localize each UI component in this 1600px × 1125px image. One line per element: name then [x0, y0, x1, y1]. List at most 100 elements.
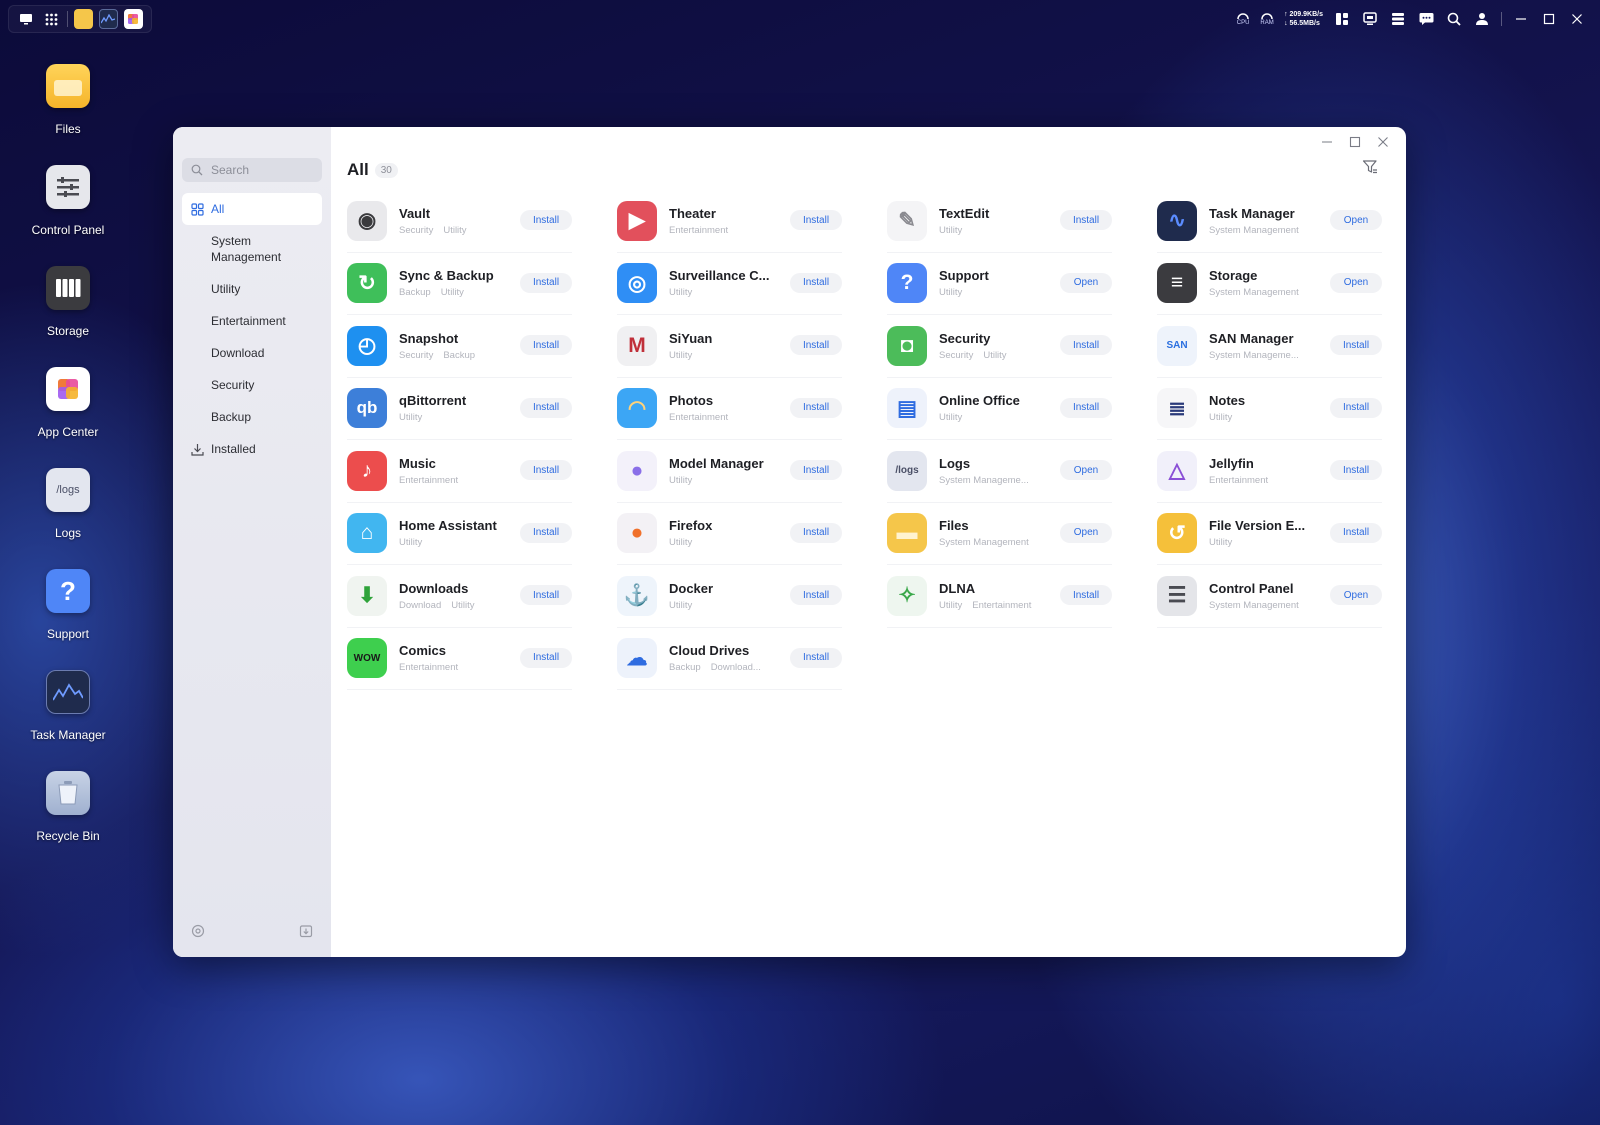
- app-card-home-assistant[interactable]: ⌂ Home Assistant Utility Install: [347, 503, 572, 565]
- minimize-icon[interactable]: [1512, 10, 1530, 28]
- install-button[interactable]: Install: [1330, 335, 1382, 355]
- install-button[interactable]: Install: [790, 647, 842, 668]
- window-maximize-icon[interactable]: [1348, 135, 1362, 149]
- desktop-item-task-manager[interactable]: Task Manager: [22, 670, 114, 742]
- user-icon[interactable]: [1473, 10, 1491, 28]
- install-button[interactable]: Install: [520, 585, 572, 605]
- tasks-icon[interactable]: [1389, 10, 1407, 28]
- nav-item-security[interactable]: Security: [182, 369, 322, 401]
- app-card-san-manager[interactable]: SAN SAN Manager System Manageme... Install: [1157, 315, 1382, 378]
- install-button[interactable]: Install: [520, 647, 572, 668]
- search-input[interactable]: [211, 163, 311, 177]
- app-card-docker[interactable]: ⚓ Docker Utility Install: [617, 565, 842, 628]
- widgets-icon[interactable]: [1333, 10, 1351, 28]
- nav-item-entertainment[interactable]: Entertainment: [182, 305, 322, 337]
- install-button[interactable]: Install: [520, 522, 572, 543]
- install-button[interactable]: Install: [790, 460, 842, 480]
- open-button[interactable]: Open: [1330, 585, 1382, 605]
- app-card-music[interactable]: ♪ Music Entertainment Install: [347, 440, 572, 503]
- install-button[interactable]: Install: [790, 335, 842, 355]
- cpu-meter[interactable]: CPU: [1236, 11, 1250, 27]
- install-button[interactable]: Install: [520, 397, 572, 418]
- nav-item-backup[interactable]: Backup: [182, 401, 322, 433]
- close-icon[interactable]: [1568, 10, 1586, 28]
- install-button[interactable]: Install: [520, 272, 572, 293]
- install-button[interactable]: Install: [790, 397, 842, 418]
- install-button[interactable]: Install: [790, 585, 842, 605]
- install-button[interactable]: Install: [790, 210, 842, 230]
- app-card-files[interactable]: ▬ Files System Management Open: [887, 503, 1112, 565]
- manual-install-icon[interactable]: [299, 924, 313, 943]
- app-card-jellyfin[interactable]: △ Jellyfin Entertainment Install: [1157, 440, 1382, 503]
- desktop-item-recycle-bin[interactable]: Recycle Bin: [22, 771, 114, 843]
- nav-item-installed[interactable]: Installed: [182, 433, 322, 465]
- app-card-support[interactable]: ? Support Utility Open: [887, 253, 1112, 315]
- app-card-snapshot[interactable]: ◴ Snapshot Security Backup Install: [347, 315, 572, 378]
- app-card-firefox[interactable]: ● Firefox Utility Install: [617, 503, 842, 565]
- monitor-icon[interactable]: [17, 9, 36, 29]
- desktop-item-files[interactable]: Files: [22, 64, 114, 136]
- app-card-textedit[interactable]: ✎ TextEdit Utility Install: [887, 190, 1112, 253]
- app-card-sync-backup[interactable]: ↻ Sync & Backup Backup Utility Install: [347, 253, 572, 315]
- install-button[interactable]: Install: [520, 335, 572, 355]
- desktop-item-support[interactable]: ? Support: [22, 569, 114, 641]
- nav-item-system-management[interactable]: System Management: [182, 225, 322, 273]
- install-button[interactable]: Install: [1060, 397, 1112, 418]
- app-card-siyuan[interactable]: M SiYuan Utility Install: [617, 315, 842, 378]
- desktop-item-logs[interactable]: /logs Logs: [22, 468, 114, 540]
- window-minimize-icon[interactable]: [1320, 135, 1334, 149]
- app-card-model-manager[interactable]: ● Model Manager Utility Install: [617, 440, 842, 503]
- ram-meter[interactable]: RAM: [1260, 11, 1274, 27]
- task-manager-app-icon[interactable]: [98, 9, 118, 29]
- app-card-logs[interactable]: /logs Logs System Manageme... Open: [887, 440, 1112, 503]
- open-button[interactable]: Open: [1060, 460, 1112, 480]
- app-center-app-icon[interactable]: [124, 9, 143, 29]
- app-card-cloud-drives[interactable]: ☁ Cloud Drives Backup Download... Install: [617, 628, 842, 690]
- desktop-item-control-panel[interactable]: Control Panel: [22, 165, 114, 237]
- window-close-icon[interactable]: [1376, 135, 1390, 149]
- network-speed[interactable]: ↑ 209.9KB/s ↓ 56.5MB/s: [1284, 10, 1323, 28]
- open-button[interactable]: Open: [1060, 272, 1112, 293]
- desktop-item-app-center[interactable]: App Center: [22, 367, 114, 439]
- filter-icon[interactable]: [1362, 159, 1380, 177]
- monitor-status-icon[interactable]: [1361, 10, 1379, 28]
- install-button[interactable]: Install: [520, 210, 572, 230]
- app-card-notes[interactable]: ≣ Notes Utility Install: [1157, 378, 1382, 440]
- grid-icon[interactable]: [42, 9, 61, 29]
- search-box[interactable]: [182, 158, 322, 182]
- install-button[interactable]: Install: [520, 460, 572, 480]
- open-button[interactable]: Open: [1060, 522, 1112, 543]
- app-card-comics[interactable]: WOW Comics Entertainment Install: [347, 628, 572, 690]
- app-card-downloads[interactable]: ⬇ Downloads Download Utility Install: [347, 565, 572, 628]
- maximize-icon[interactable]: [1540, 10, 1558, 28]
- open-button[interactable]: Open: [1330, 272, 1382, 293]
- settings-icon[interactable]: [191, 924, 205, 943]
- nav-item-download[interactable]: Download: [182, 337, 322, 369]
- nav-item-utility[interactable]: Utility: [182, 273, 322, 305]
- app-card-storage[interactable]: ≡ Storage System Management Open: [1157, 253, 1382, 315]
- app-card-dlna[interactable]: ✧ DLNA Utility Entertainment Install: [887, 565, 1112, 628]
- install-button[interactable]: Install: [1330, 397, 1382, 418]
- app-card-security[interactable]: ◘ Security Security Utility Install: [887, 315, 1112, 378]
- app-card-task-manager[interactable]: ∿ Task Manager System Management Open: [1157, 190, 1382, 253]
- app-card-file-version-e[interactable]: ↺ File Version E... Utility Install: [1157, 503, 1382, 565]
- install-button[interactable]: Install: [1060, 210, 1112, 230]
- files-app-icon[interactable]: [73, 9, 93, 29]
- app-card-theater[interactable]: ▶ Theater Entertainment Install: [617, 190, 842, 253]
- app-card-photos[interactable]: ◠ Photos Entertainment Install: [617, 378, 842, 440]
- app-card-surveillance-c[interactable]: ◎ Surveillance C... Utility Install: [617, 253, 842, 315]
- app-card-vault[interactable]: ◉ Vault Security Utility Install: [347, 190, 572, 253]
- install-button[interactable]: Install: [1330, 460, 1382, 480]
- install-button[interactable]: Install: [790, 272, 842, 293]
- install-button[interactable]: Install: [1060, 335, 1112, 355]
- open-button[interactable]: Open: [1330, 210, 1382, 230]
- install-button[interactable]: Install: [1330, 522, 1382, 543]
- message-icon[interactable]: [1417, 10, 1435, 28]
- desktop-item-storage[interactable]: Storage: [22, 266, 114, 338]
- nav-item-all[interactable]: All: [182, 193, 322, 225]
- install-button[interactable]: Install: [1060, 585, 1112, 605]
- app-card-qbittorrent[interactable]: qb qBittorrent Utility Install: [347, 378, 572, 440]
- search-icon[interactable]: [1445, 10, 1463, 28]
- app-card-control-panel[interactable]: ☰ Control Panel System Management Open: [1157, 565, 1382, 628]
- app-card-online-office[interactable]: ▤ Online Office Utility Install: [887, 378, 1112, 440]
